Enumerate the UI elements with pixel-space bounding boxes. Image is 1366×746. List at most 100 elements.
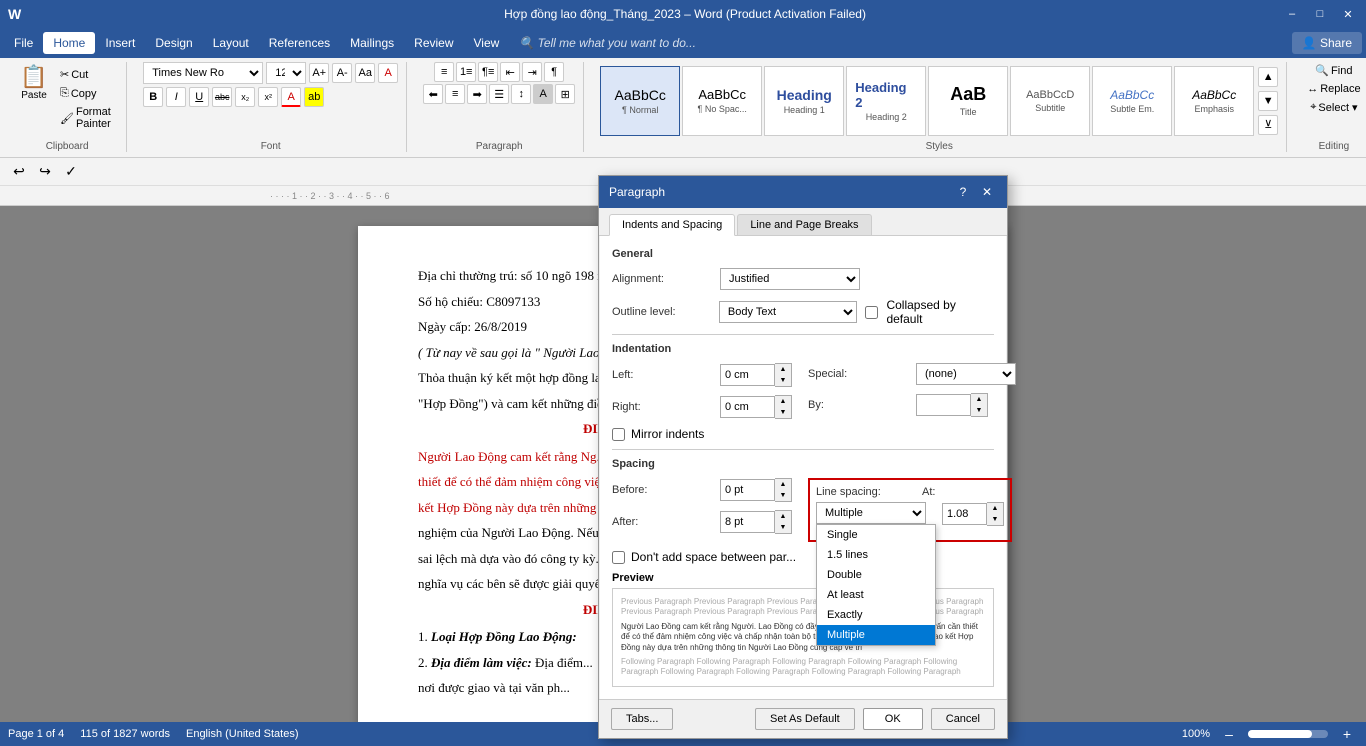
shading-button[interactable]: A [533,84,553,104]
change-case-button[interactable]: Aa [355,63,375,83]
replace-button[interactable]: ↔ Replace [1303,81,1364,97]
before-up-arrow[interactable]: ▲ [775,479,791,490]
highlight-button[interactable]: ab [304,87,324,107]
style-no-spacing[interactable]: AaBbCc ¶ No Spac... [682,66,762,136]
menu-review[interactable]: Review [404,32,463,54]
styles-scroll-down[interactable]: ▼ [1258,91,1278,111]
at-up-arrow[interactable]: ▲ [987,503,1003,514]
menu-references[interactable]: References [259,32,340,54]
spacing-double[interactable]: Double [817,565,935,585]
left-up-arrow[interactable]: ▲ [775,364,791,375]
restore-button[interactable]: □ [1310,4,1330,24]
multilevel-list-button[interactable]: ¶≡ [478,62,498,82]
at-input[interactable] [942,503,987,525]
spacing-exactly[interactable]: Exactly [817,605,935,625]
italic-button[interactable]: I [166,87,186,107]
undo-button[interactable]: ↩ [8,161,30,183]
after-up-arrow[interactable]: ▲ [775,511,791,522]
strikethrough-button[interactable]: abc [212,87,232,107]
mirror-indents-checkbox[interactable] [612,428,625,441]
bullets-button[interactable]: ≡ [434,62,454,82]
align-right-button[interactable]: ➡ [467,84,487,104]
dialog-close-button[interactable]: ✕ [977,182,997,202]
by-up-arrow[interactable]: ▲ [971,394,987,405]
style-heading2[interactable]: Heading 2 Heading 2 [846,66,926,136]
alignment-select[interactable]: Justified [720,268,860,290]
style-subtitle[interactable]: AaBbCcD Subtitle [1010,66,1090,136]
after-input[interactable] [720,511,775,533]
menu-view[interactable]: View [464,32,510,54]
outline-level-select[interactable]: Body Text [719,301,858,323]
menu-design[interactable]: Design [145,32,202,54]
font-grow-button[interactable]: A+ [309,63,329,83]
borders-button[interactable]: ⊞ [555,84,575,104]
special-select[interactable]: (none) [916,363,1016,385]
numbering-button[interactable]: 1≡ [456,62,476,82]
font-name-select[interactable]: Times New Ro [143,62,263,84]
line-spacing-dropdown[interactable]: Single 1.5 lines Double At least Exactly… [816,524,936,646]
cut-button[interactable]: ✂ Cut [56,66,118,83]
line-spacing-button[interactable]: ↕ [511,84,531,104]
tab-line-page-breaks[interactable]: Line and Page Breaks [737,214,871,235]
spacing-at-least[interactable]: At least [817,585,935,605]
subscript-button[interactable]: x₂ [235,87,255,107]
menu-file[interactable]: File [4,32,43,54]
paste-button[interactable]: 📋 Paste [16,62,52,105]
dont-add-space-checkbox[interactable] [612,551,625,564]
style-heading1[interactable]: Heading Heading 1 [764,66,844,136]
format-painter-button[interactable]: 🖌 Format Painter [56,104,118,132]
collapsed-checkbox[interactable] [865,306,878,319]
menu-share[interactable]: 👤 Share [1292,32,1362,54]
font-color-button[interactable]: A [281,87,301,107]
underline-button[interactable]: U [189,87,209,107]
style-normal[interactable]: AaBbCc ¶ Normal [600,66,680,136]
by-input[interactable] [916,394,971,416]
copy-button[interactable]: ⎘ Copy [56,85,118,102]
align-left-button[interactable]: ⬅ [423,84,443,104]
dialog-help-button[interactable]: ? [953,182,973,202]
redo-button[interactable]: ↪ [34,161,56,183]
menu-insert[interactable]: Insert [95,32,145,54]
style-title[interactable]: AaB Title [928,66,1008,136]
font-size-select[interactable]: 12 [266,62,306,84]
style-emphasis[interactable]: AaBbCc Emphasis [1174,66,1254,136]
zoom-out-button[interactable]: – [1218,723,1240,745]
font-shrink-button[interactable]: A- [332,63,352,83]
menu-home[interactable]: Home [43,32,95,54]
find-button[interactable]: 🔍 Find [1311,62,1356,79]
spacing-single[interactable]: Single [817,525,935,545]
tab-indents-spacing[interactable]: Indents and Spacing [609,214,735,236]
show-hide-button[interactable]: ¶ [544,62,564,82]
align-justify-button[interactable]: ☰ [489,84,509,104]
menu-mailings[interactable]: Mailings [340,32,404,54]
bold-button[interactable]: B [143,87,163,107]
by-down-arrow[interactable]: ▼ [971,405,987,416]
menu-layout[interactable]: Layout [203,32,259,54]
right-down-arrow[interactable]: ▼ [775,407,791,418]
styles-more[interactable]: ⊻ [1258,115,1278,135]
increase-indent-button[interactable]: ⇥ [522,62,542,82]
after-down-arrow[interactable]: ▼ [775,522,791,533]
spacing-1-5[interactable]: 1.5 lines [817,545,935,565]
superscript-button[interactable]: x² [258,87,278,107]
decrease-indent-button[interactable]: ⇤ [500,62,520,82]
autosave-button[interactable]: ✓ [60,161,82,183]
line-spacing-select[interactable]: Multiple [816,502,926,524]
zoom-slider[interactable] [1248,730,1328,738]
right-input[interactable] [720,396,775,418]
at-down-arrow[interactable]: ▼ [987,514,1003,525]
style-subtle-em[interactable]: AaBbCc Subtle Em. [1092,66,1172,136]
align-center-button[interactable]: ≡ [445,84,465,104]
select-button[interactable]: ⌖ Select ▾ [1306,99,1361,116]
menu-tell-me[interactable]: 🔍 Tell me what you want to do... [509,32,706,54]
before-input[interactable] [720,479,775,501]
left-input[interactable] [720,364,775,386]
clear-format-button[interactable]: A [378,63,398,83]
spacing-multiple[interactable]: Multiple [817,625,935,645]
right-up-arrow[interactable]: ▲ [775,396,791,407]
styles-scroll-up[interactable]: ▲ [1258,67,1278,87]
before-down-arrow[interactable]: ▼ [775,490,791,501]
zoom-in-button[interactable]: + [1336,723,1358,745]
close-button[interactable]: ✕ [1338,4,1358,24]
minimize-button[interactable]: – [1282,4,1302,24]
